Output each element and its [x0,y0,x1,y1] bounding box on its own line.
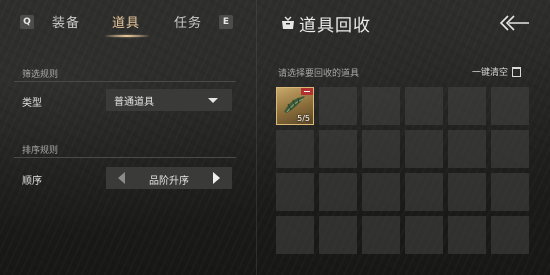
tab-quests[interactable]: 任务 [174,12,202,31]
tab-equipment[interactable]: 装备 [52,12,80,31]
item-slot-empty[interactable] [491,130,529,168]
item-slot-empty[interactable] [491,87,529,125]
active-tab-indicator [104,33,150,39]
item-slot-empty[interactable] [448,87,486,125]
chevron-down-icon [208,98,218,103]
item-slot-empty[interactable] [491,216,529,254]
sort-section-title: 排序规则 [22,146,59,156]
item-slot-empty[interactable] [405,87,443,125]
prev-tab-key[interactable]: Q [20,15,34,29]
item-slot-empty[interactable] [362,130,400,168]
order-label: 顺序 [22,176,42,187]
item-slot-empty[interactable] [405,130,443,168]
item-slot-empty[interactable] [276,173,314,211]
item-slot-filled[interactable]: 5/5 [276,87,314,125]
herb-item-icon [284,96,305,113]
next-tab-key[interactable]: E [219,15,233,29]
item-slot-empty[interactable] [448,216,486,254]
arrow-right-icon[interactable] [213,172,220,184]
item-slot-empty[interactable] [362,87,400,125]
tab-bar: Q 装备 道具 任务 E [0,0,250,44]
recycle-hint: 请选择要回收的道具 [278,69,360,79]
item-slot-empty[interactable] [319,173,357,211]
order-stepper: 品阶升序 [106,167,232,189]
item-slot-empty[interactable] [319,130,357,168]
recycle-slot-grid: 5/5 [276,87,532,254]
remove-badge-icon[interactable] [301,88,313,95]
item-slot-empty[interactable] [491,173,529,211]
filter-section-title: 筛选规则 [22,70,59,80]
recycle-box-icon [282,16,294,29]
item-slot-empty[interactable] [362,173,400,211]
item-slot-empty[interactable] [448,130,486,168]
item-slot-empty[interactable] [276,216,314,254]
item-slot-empty[interactable] [276,130,314,168]
item-slot-empty[interactable] [405,216,443,254]
item-slot-empty[interactable] [362,216,400,254]
divider [14,157,236,158]
item-slot-empty[interactable] [319,216,357,254]
type-dropdown[interactable]: 普通道具 [106,89,232,111]
item-slot-empty[interactable] [319,87,357,125]
clear-all-label: 一键清空 [472,68,509,78]
trash-icon [512,66,522,77]
item-slot-empty[interactable] [405,173,443,211]
item-slot-empty[interactable] [448,173,486,211]
item-count: 5/5 [297,114,310,123]
type-dropdown-value: 普通道具 [114,96,154,108]
page-title: 道具回收 [299,16,371,36]
left-panel: Q 装备 道具 任务 E 筛选规则 类型 普通道具 排序规则 顺序 品阶升序 [0,0,250,275]
tab-items[interactable]: 道具 [112,12,140,31]
divider [14,81,236,82]
panel-divider [256,0,257,275]
back-arrow-icon[interactable] [500,14,530,32]
type-label: 类型 [22,98,42,109]
clear-all-button[interactable]: 一键清空 [472,65,522,78]
